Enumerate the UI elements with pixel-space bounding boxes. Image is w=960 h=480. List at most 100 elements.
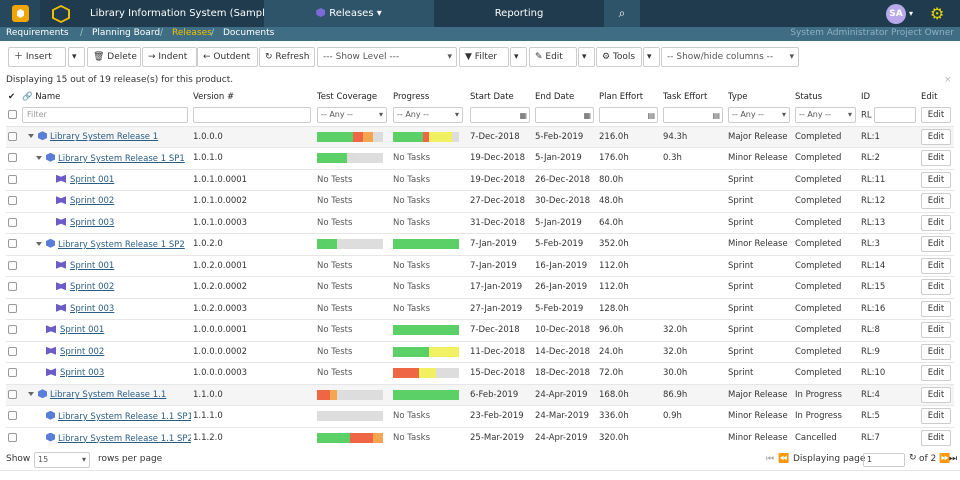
row-edit-button[interactable]: Edit [921, 300, 951, 317]
row-checkbox[interactable] [8, 282, 17, 292]
calendar-icon[interactable]: ▦ [583, 109, 591, 123]
refresh-page-icon[interactable]: ↻ [909, 453, 917, 463]
row-checkbox[interactable] [8, 174, 17, 184]
row-checkbox[interactable] [8, 239, 17, 249]
reporting-tab[interactable]: Reporting [434, 0, 604, 27]
table-row[interactable]: Sprint 002 1.0.1.0.0002 No Tests No Tasks 27… [6, 190, 954, 212]
calendar-icon[interactable]: ▦ [519, 109, 527, 123]
calculator-icon[interactable]: ▤ [647, 109, 655, 123]
row-checkbox[interactable] [8, 217, 17, 227]
project-selector[interactable]: Library Information System (Sample) ⚙▾ [90, 8, 292, 19]
row-checkbox[interactable] [8, 196, 17, 206]
rows-per-page-select[interactable]: 15 ▾ [34, 452, 90, 468]
row-edit-button[interactable]: Edit [921, 408, 951, 425]
collapse-toggle-icon[interactable] [36, 155, 42, 160]
type-filter-select[interactable]: -- Any -- ▾ [728, 106, 790, 123]
row-edit-button[interactable]: Edit [921, 214, 951, 231]
name-column-header[interactable]: 🔗 Name [20, 89, 191, 104]
table-row[interactable]: Library System Release 1 1.0.0.0 7-Dec-201… [6, 125, 954, 148]
table-row[interactable]: Library System Release 1.1 SP2 1.1.2.0 No … [6, 426, 954, 449]
show-level-select[interactable]: --- Show Level --- ▾ [317, 47, 457, 67]
row-edit-button[interactable]: Edit [921, 386, 951, 403]
first-page-icon[interactable]: ⏮ [766, 454, 774, 464]
task-effort-filter-input[interactable]: ▤ [663, 106, 723, 123]
release-name-link[interactable]: Sprint 001 [60, 325, 104, 335]
collapse-toggle-icon[interactable] [28, 134, 34, 139]
progress-column-header[interactable]: Progress [391, 89, 468, 104]
start-date-filter-input[interactable]: ▦ [470, 106, 530, 123]
select-all-header[interactable]: ✔ [6, 89, 20, 104]
row-checkbox[interactable] [8, 368, 17, 378]
release-name-link[interactable]: Sprint 002 [60, 347, 104, 357]
edit-button[interactable]: ✎ Edit [529, 47, 577, 67]
table-row[interactable]: Library System Release 1.1 SP1 1.1.1.0 No … [6, 405, 954, 427]
insert-button[interactable]: ＋ Insert [8, 47, 66, 67]
row-edit-button[interactable]: Edit [921, 322, 951, 339]
filter-button[interactable]: ▼ Filter [459, 47, 509, 67]
version-filter-input[interactable] [193, 106, 311, 123]
tools-dropdown-button[interactable]: ▾ [643, 47, 660, 67]
previous-page-icon[interactable]: ⏪ [778, 454, 789, 464]
progress-filter-select[interactable]: -- Any -- ▾ [393, 106, 463, 123]
page-number-input[interactable]: 1 [863, 453, 905, 467]
table-row[interactable]: Sprint 002 1.0.2.0.0002 No Tests No Tasks 17… [6, 276, 954, 298]
id-column-header[interactable]: ID [859, 89, 919, 104]
table-row[interactable]: Library System Release 1 SP2 1.0.2.0 7-Jan… [6, 233, 954, 255]
breadcrumb-releases[interactable]: Releases [172, 28, 212, 38]
task-effort-column-header[interactable]: Task Effort [661, 89, 726, 104]
name-filter-input[interactable]: Filter [22, 106, 188, 123]
filter-dropdown-button[interactable]: ▾ [510, 47, 527, 67]
test-coverage-column-header[interactable]: Test Coverage [315, 89, 391, 104]
row-edit-button[interactable]: Edit [921, 430, 951, 446]
delete-button[interactable]: 🗑 Delete [87, 47, 141, 67]
releases-tab[interactable]: Releases ▾ [264, 0, 434, 27]
insert-dropdown-button[interactable]: ▾ [68, 47, 85, 67]
indent-button[interactable]: → Indent [142, 47, 197, 67]
app-logo[interactable] [0, 0, 40, 27]
collapse-toggle-icon[interactable] [36, 241, 42, 246]
select-all-checkbox[interactable] [8, 109, 17, 119]
row-edit-button[interactable]: Edit [921, 171, 951, 188]
edit-dropdown-button[interactable]: ▾ [578, 47, 595, 67]
release-name-link[interactable]: Sprint 001 [70, 261, 114, 271]
release-name-link[interactable]: Library System Release 1.1 SP1 [58, 412, 191, 422]
release-name-link[interactable]: Sprint 003 [70, 218, 114, 228]
version-column-header[interactable]: Version # [191, 89, 315, 104]
row-checkbox[interactable] [8, 131, 17, 141]
tools-button[interactable]: ⚙ Tools [596, 47, 642, 67]
release-name-link[interactable]: Sprint 002 [70, 196, 114, 206]
row-checkbox[interactable] [8, 346, 17, 356]
status-column-header[interactable]: Status [793, 89, 859, 104]
calculator-icon[interactable]: ▤ [712, 109, 720, 123]
plan-effort-filter-input[interactable]: ▤ [599, 106, 658, 123]
collapse-toggle-icon[interactable] [28, 392, 34, 397]
release-name-link[interactable]: Library System Release 1 [50, 132, 158, 142]
row-edit-button[interactable]: Edit [921, 128, 951, 145]
table-row[interactable]: Library System Release 1.1 1.1.0.0 6-Feb-2… [6, 383, 954, 406]
table-row[interactable]: Sprint 001 1.0.0.0.0001 No Tests 7-Dec-2018… [6, 319, 954, 341]
breadcrumb-planning-board[interactable]: Planning Board [92, 28, 160, 38]
row-edit-button[interactable]: Edit [921, 236, 951, 253]
search-icon[interactable]: ⌕ [604, 0, 640, 27]
release-name-link[interactable]: Sprint 003 [60, 368, 104, 378]
start-date-column-header[interactable]: Start Date [468, 89, 533, 104]
row-checkbox[interactable] [8, 389, 17, 399]
table-row[interactable]: Sprint 003 1.0.2.0.0003 No Tests No Tasks 27… [6, 297, 954, 320]
coverage-filter-select[interactable]: -- Any -- ▾ [317, 106, 387, 123]
gears-icon[interactable]: ⚙ [930, 4, 944, 23]
row-edit-button[interactable]: Edit [921, 279, 951, 296]
row-checkbox[interactable] [8, 433, 17, 442]
table-row[interactable]: Sprint 002 1.0.0.0.0002 No Tests 11-Dec-201… [6, 340, 954, 363]
end-date-filter-input[interactable]: ▦ [535, 106, 594, 123]
show-hide-columns-select[interactable]: -- Show/hide columns -- ▾ [661, 47, 799, 67]
release-name-link[interactable]: Library System Release 1 SP1 [58, 154, 185, 164]
close-icon[interactable]: × [944, 75, 952, 85]
release-name-link[interactable]: Library System Release 1 SP2 [58, 240, 185, 250]
table-row[interactable]: Sprint 001 1.0.2.0.0001 No Tests No Tasks 7-… [6, 254, 954, 277]
table-row[interactable]: Sprint 003 1.0.1.0.0003 No Tests No Tasks 31… [6, 211, 954, 234]
row-edit-button[interactable]: Edit [921, 365, 951, 382]
chevron-down-icon[interactable]: ▾ [909, 9, 913, 18]
row-checkbox[interactable] [8, 303, 17, 313]
row-checkbox[interactable] [8, 325, 17, 335]
breadcrumb-documents[interactable]: Documents [223, 28, 274, 38]
